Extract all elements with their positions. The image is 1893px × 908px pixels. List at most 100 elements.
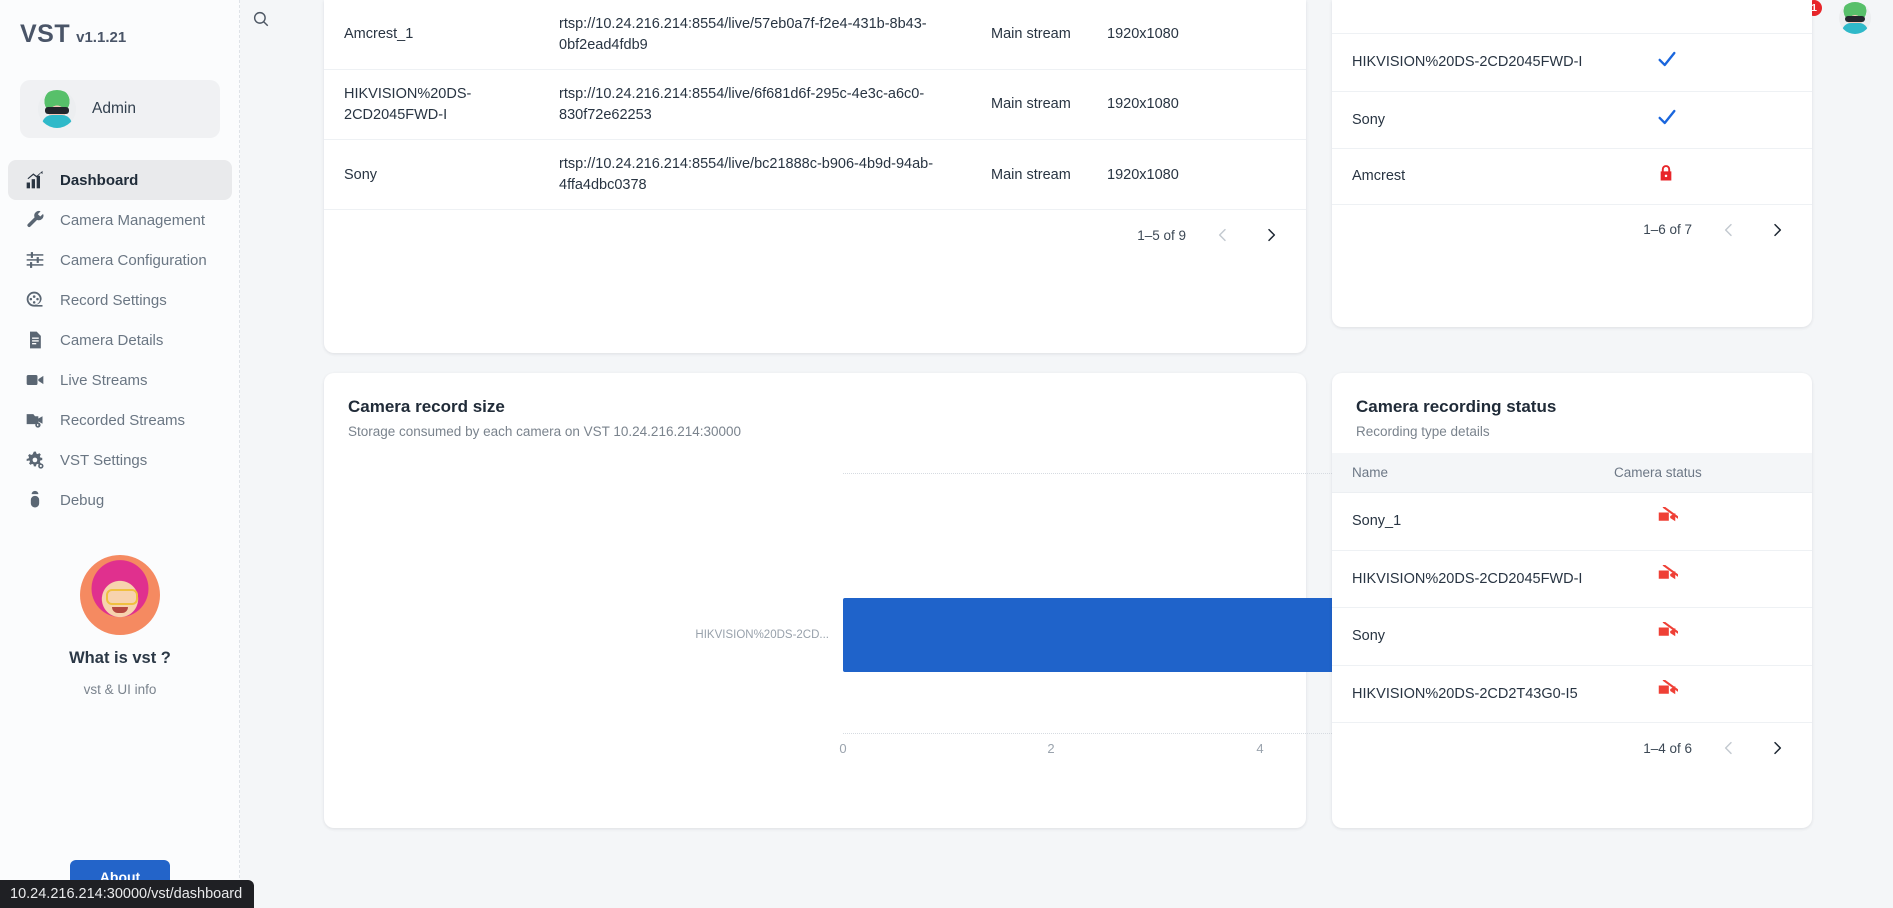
cell-status [1604,149,1812,205]
sidebar-item-label: Live Streams [60,372,148,389]
chevron-right-icon[interactable] [1766,737,1788,759]
cell-stream: Main stream [971,70,1087,140]
brand-name: VST [20,20,70,49]
search-icon[interactable] [248,6,274,32]
sliders-icon [24,249,46,271]
cell-name: HIKVISION%20DS-2CD2T43G0-I5 [1332,665,1604,723]
avatar [38,90,76,128]
sidebar-item-vst-settings[interactable]: VST Settings [8,440,232,480]
video-off-icon [1656,517,1678,533]
table-row[interactable]: Amcrest_1 rtsp://10.24.216.214:8554/live… [324,0,1306,70]
camera-status-card: HIKVISION%20DS-2CD2045FWD-I Sony Amcrest [1332,0,1812,327]
sidebar-item-camera-management[interactable]: Camera Management [8,200,232,240]
sidebar-item-label: Camera Configuration [60,252,207,269]
lock-icon [1656,171,1676,187]
promo-title: What is vst ? [0,649,240,668]
cell-name: Sony [1332,91,1604,149]
camera-status-pagination: 1–6 of 7 [1332,205,1812,241]
x-tick-label: 2 [1047,741,1054,756]
dashboard-page: VST v1.1.21 Admin Dashboard Camera Manag… [0,0,1893,908]
camera-record-size-card: Camera record size Storage consumed by e… [324,373,1306,828]
cell-name: Sony_1 [1332,493,1604,551]
cell-name: Amcrest_1 [324,0,539,70]
table-row[interactable]: HIKVISION%20DS-2CD2045FWD-I rtsp://10.24… [324,70,1306,140]
cell-status [1604,550,1812,608]
card-subtitle: Storage consumed by each camera on VST 1… [348,424,1306,439]
pagination-label: 1–6 of 7 [1643,222,1692,237]
chevron-left-icon[interactable] [1718,219,1740,241]
cell-status [1604,493,1812,551]
table-header-row: Name Camera status [1332,453,1812,493]
card-title: Camera recording status [1356,397,1812,417]
wrench-icon [24,209,46,231]
cell-resolution: 1920x1080 [1087,0,1306,70]
table-row[interactable]: Sony rtsp://10.24.216.214:8554/live/bc21… [324,140,1306,210]
chevron-left-icon[interactable] [1718,737,1740,759]
sidebar-item-dashboard[interactable]: Dashboard [8,160,232,200]
brand-logo: VST v1.1.21 [20,20,126,49]
cell-resolution: 1920x1080 [1087,70,1306,140]
user-avatar[interactable] [1839,2,1871,34]
user-card[interactable]: Admin [20,80,220,138]
cell-stream: Main stream [971,0,1087,70]
sidebar-item-camera-details[interactable]: Camera Details [8,320,232,360]
cell-address: rtsp://10.24.216.214:8554/live/57eb0a7f-… [539,0,971,70]
x-tick-label: 4 [1256,741,1263,756]
table-row[interactable]: HIKVISION%20DS-2CD2045FWD-I [1332,550,1812,608]
cell-name: HIKVISION%20DS-2CD2045FWD-I [1332,34,1604,91]
chevron-left-icon[interactable] [1212,224,1234,246]
chart-bar-icon [24,169,46,191]
card-title: Camera record size [348,397,1306,417]
bug-icon [24,489,46,511]
table-row[interactable]: Amcrest [1332,149,1812,205]
card-header: Camera recording status Recording type d… [1332,373,1812,439]
table-row[interactable]: HIKVISION%20DS-2CD2T43G0-I5 [1332,665,1812,723]
cell-address: rtsp://10.24.216.214:8554/live/6f681d6f-… [539,70,971,140]
sidebar: VST v1.1.21 Admin Dashboard Camera Manag… [0,0,240,908]
status-bar-url: 10.24.216.214:30000/vst/dashboard [0,880,254,908]
sidebar-item-label: Debug [60,492,104,509]
cell-stream: Main stream [971,140,1087,210]
film-reel-icon [24,289,46,311]
sidebar-item-label: Dashboard [60,172,138,189]
camera-recording-status-card: Camera recording status Recording type d… [1332,373,1812,828]
promo-avatar-icon [80,555,160,635]
chevron-right-icon[interactable] [1260,224,1282,246]
sidebar-item-debug[interactable]: Debug [8,480,232,520]
cell-status [1604,91,1812,149]
video-off-icon [1656,575,1678,591]
promo-subtitle: vst & UI info [0,682,240,697]
sidebar-item-label: VST Settings [60,452,147,469]
sidebar-nav: Dashboard Camera Management Camera Confi… [8,160,232,520]
promo-block: What is vst ? vst & UI info [0,555,240,697]
table-row[interactable]: Sony [1332,608,1812,666]
card-subtitle: Recording type details [1356,424,1812,439]
sidebar-item-label: Camera Management [60,212,205,229]
cell-resolution: 1920x1080 [1087,140,1306,210]
video-folder-icon [24,409,46,431]
table-row[interactable]: HIKVISION%20DS-2CD2045FWD-I [1332,34,1812,91]
chevron-right-icon[interactable] [1766,219,1788,241]
sidebar-item-recorded-streams[interactable]: Recorded Streams [8,400,232,440]
sidebar-item-live-streams[interactable]: Live Streams [8,360,232,400]
pagination-label: 1–5 of 9 [1137,228,1186,243]
video-camera-icon [24,369,46,391]
table-row[interactable]: Sony [1332,91,1812,149]
card-header: Camera record size Storage consumed by e… [324,373,1306,439]
record-size-chart: HIKVISION%20DS-2CD... 0 2 4 6 [324,451,1306,791]
sidebar-item-camera-configuration[interactable]: Camera Configuration [8,240,232,280]
gear-icon [24,449,46,471]
sidebar-item-label: Camera Details [60,332,163,349]
recording-status-table: Name Camera status Sony_1 HIKVISION%20DS… [1332,453,1812,723]
table-row[interactable]: Sony_1 [1332,493,1812,551]
cropped-row [1332,0,1812,34]
cell-status [1604,608,1812,666]
cell-name: Sony [1332,608,1604,666]
sidebar-item-label: Recorded Streams [60,412,185,429]
check-icon [1656,116,1678,132]
cell-name: Sony [324,140,539,210]
cell-address: rtsp://10.24.216.214:8554/live/bc21888c-… [539,140,971,210]
cell-name: Amcrest [1332,149,1604,205]
sidebar-item-record-settings[interactable]: Record Settings [8,280,232,320]
streams-table-card: Amcrest_1 rtsp://10.24.216.214:8554/live… [324,0,1306,353]
